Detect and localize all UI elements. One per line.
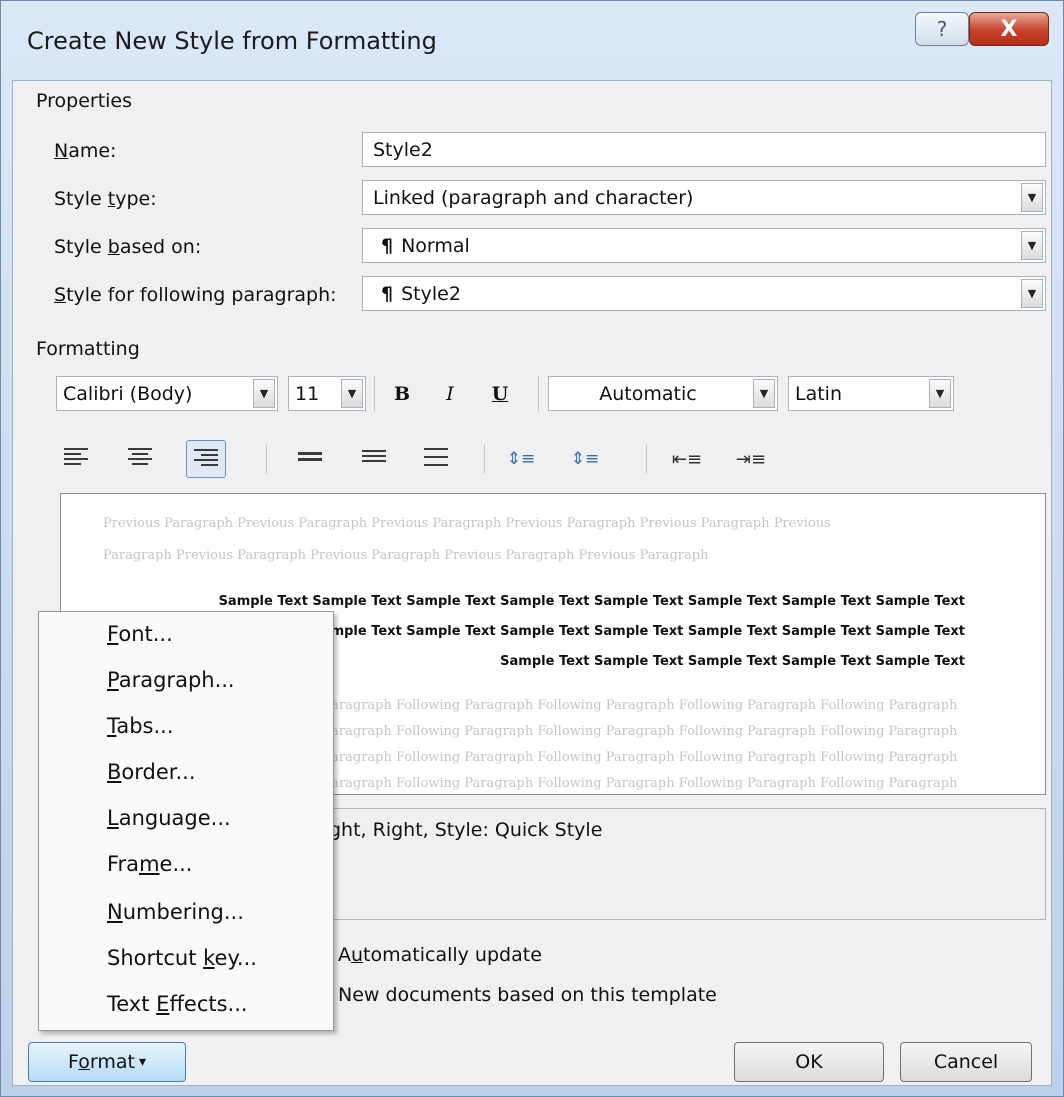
previous-paragraph-line: Paragraph Previous Paragraph Previous Pa…: [103, 548, 709, 563]
chevron-down-icon[interactable]: ▼: [1021, 279, 1043, 308]
script-select[interactable]: Latin ▼: [788, 376, 954, 411]
based-on-label: Style based on:: [54, 236, 202, 258]
bold-button[interactable]: B: [384, 378, 420, 410]
paragraph-icon: ¶: [381, 282, 394, 305]
following-paragraph-line: Paragraph Following Paragraph Following …: [323, 698, 958, 713]
format-menu-item[interactable]: Numbering...: [107, 900, 244, 924]
font-color-select[interactable]: Automatic ▼: [548, 376, 778, 411]
italic-button[interactable]: I: [432, 378, 468, 410]
format-button[interactable]: Format ▾: [28, 1042, 186, 1082]
font-size-select[interactable]: 11 ▼: [288, 376, 366, 411]
properties-section-label: Properties: [36, 90, 133, 112]
font-value: Calibri (Body): [63, 382, 193, 405]
following-paragraph-line: Paragraph Following Paragraph Following …: [323, 724, 958, 739]
style-type-select[interactable]: Linked (paragraph and character) ▼: [362, 180, 1046, 215]
following-paragraph-line: Paragraph Following Paragraph Following …: [323, 750, 958, 765]
chevron-down-icon[interactable]: ▼: [341, 379, 363, 408]
chevron-down-icon[interactable]: ▼: [753, 379, 775, 408]
chevron-down-icon[interactable]: ▼: [929, 379, 951, 408]
format-menu-item[interactable]: Text Effects...: [107, 992, 248, 1016]
increase-indent-icon[interactable]: ⇥≡: [736, 444, 766, 474]
formatting-section-label: Formatting: [36, 338, 140, 360]
decrease-indent-icon[interactable]: ⇤≡: [672, 444, 702, 474]
format-menu-item[interactable]: Font...: [107, 622, 173, 646]
following-paragraph-line: Paragraph Following Paragraph Following …: [323, 776, 958, 791]
decrease-spacing-icon[interactable]: ⇕≡: [570, 444, 600, 474]
chevron-down-icon[interactable]: ▼: [253, 379, 275, 408]
format-menu-item[interactable]: Language...: [107, 806, 231, 830]
based-on-select[interactable]: ¶ Normal ▼: [362, 228, 1046, 263]
sample-text-line: Sample Text Sample Text Sample Text Samp…: [500, 654, 965, 669]
align-left-icon[interactable]: [64, 448, 88, 468]
automatically-update-checkbox-label[interactable]: Automatically update: [338, 944, 542, 966]
toolbar-separator: [266, 444, 267, 474]
title-bar[interactable]: Create New Style from Formatting ? X: [1, 1, 1063, 75]
style-description-text: ght, Right, Style: Quick Style: [329, 819, 603, 841]
new-documents-radio-label[interactable]: New documents based on this template: [338, 984, 717, 1006]
format-menu-item[interactable]: Shortcut key...: [107, 946, 257, 970]
following-paragraph-value: Style2: [401, 282, 461, 305]
name-value: Style2: [373, 138, 433, 161]
sample-text-line: Sample Text Sample Text Sample Text Samp…: [218, 594, 965, 609]
underline-button[interactable]: U: [482, 378, 518, 410]
following-paragraph-select[interactable]: ¶ Style2 ▼: [362, 276, 1046, 311]
align-right-icon: [194, 449, 218, 469]
font-select[interactable]: Calibri (Body) ▼: [56, 376, 278, 411]
format-button-label: Format: [67, 1051, 135, 1073]
format-menu: Font... Paragraph... Tabs... Border... Langu…: [38, 611, 334, 1031]
increase-spacing-icon[interactable]: ⇕≡: [506, 444, 536, 474]
help-button[interactable]: ?: [915, 12, 969, 46]
previous-paragraph-line: Previous Paragraph Previous Paragraph Pr…: [103, 516, 831, 531]
ok-button[interactable]: OK: [734, 1042, 884, 1082]
align-right-button[interactable]: [186, 440, 226, 478]
toolbar-separator: [374, 376, 375, 412]
close-button[interactable]: X: [969, 12, 1049, 46]
toolbar-separator: [538, 376, 539, 412]
based-on-value: Normal: [401, 234, 470, 257]
cancel-button[interactable]: Cancel: [900, 1042, 1032, 1082]
format-menu-item[interactable]: Frame...: [107, 852, 192, 876]
name-label: Name:: [54, 140, 117, 162]
format-menu-item[interactable]: Paragraph...: [107, 668, 235, 692]
align-center-icon[interactable]: [128, 448, 152, 468]
help-icon: ?: [936, 17, 948, 41]
style-type-value: Linked (paragraph and character): [373, 186, 694, 209]
font-color-value: Automatic: [599, 382, 697, 405]
format-menu-item[interactable]: Tabs...: [107, 714, 174, 738]
style-type-label: Style type:: [54, 188, 157, 210]
dialog-title: Create New Style from Formatting: [27, 27, 437, 55]
name-input[interactable]: Style2: [362, 132, 1046, 167]
double-spacing-icon[interactable]: [424, 448, 448, 469]
paragraph-icon: ¶: [381, 234, 394, 257]
toolbar-separator: [484, 444, 485, 474]
script-value: Latin: [795, 382, 842, 405]
font-size-value: 11: [295, 382, 320, 405]
sample-text-line: xt Sample Text Sample Text Sample Text S…: [293, 624, 965, 639]
single-spacing-icon[interactable]: [298, 452, 322, 464]
close-icon: X: [1000, 16, 1018, 42]
chevron-down-icon[interactable]: ▼: [1021, 183, 1043, 212]
format-menu-item[interactable]: Border...: [107, 760, 196, 784]
one-half-spacing-icon[interactable]: [362, 450, 386, 465]
toolbar-separator: [646, 444, 647, 474]
caret-down-icon: ▾: [138, 1054, 146, 1070]
chevron-down-icon[interactable]: ▼: [1021, 231, 1043, 260]
following-paragraph-label: Style for following paragraph:: [54, 284, 337, 306]
